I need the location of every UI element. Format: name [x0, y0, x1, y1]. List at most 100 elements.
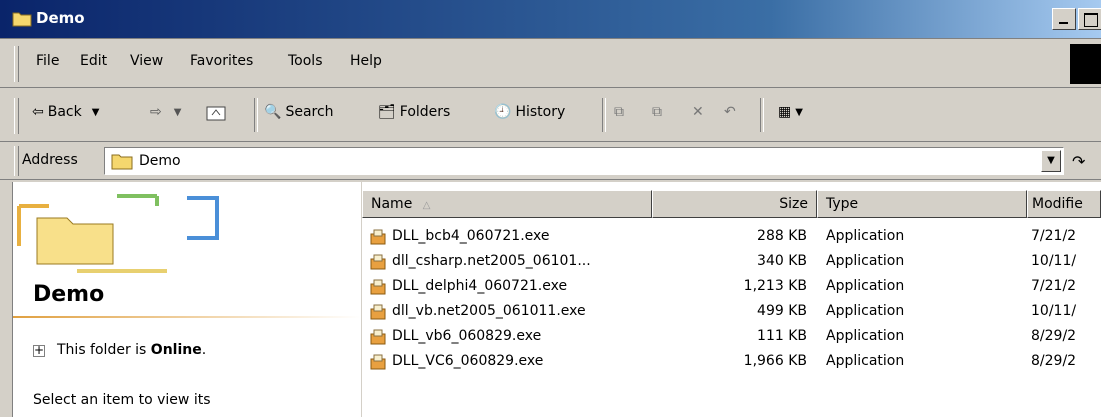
file-type: Application	[826, 328, 905, 344]
web-view-panel: Demo + This folder is Online. Select an …	[12, 182, 361, 417]
column-header-modified[interactable]: Modifie	[1027, 190, 1101, 218]
menu-tools[interactable]: Tools	[288, 53, 323, 69]
back-arrow-icon: ⇦	[32, 104, 44, 120]
folder-icon	[111, 154, 133, 170]
divider	[13, 316, 361, 318]
separator	[254, 98, 258, 132]
windows-logo	[1070, 44, 1101, 84]
search-label: Search	[285, 104, 334, 120]
installer-icon	[370, 254, 386, 270]
file-type: Application	[826, 303, 905, 319]
views-icon: ▦	[778, 104, 792, 120]
file-modified: 8/29/2	[1031, 328, 1077, 344]
address-bar: Address Demo ▼ ↷	[0, 142, 1101, 180]
file-name: DLL_VC6_060829.exe	[392, 353, 544, 369]
installer-icon	[370, 329, 386, 345]
file-size: 1,213 KB	[743, 278, 807, 294]
chevron-down-icon[interactable]: ▼	[174, 107, 182, 118]
file-list: Name △ Size Type Modifie DLL_bcb4_060721…	[362, 182, 1101, 417]
folders-icon: 🗂	[378, 104, 396, 120]
file-modified: 10/11/	[1031, 303, 1077, 319]
file-type: Application	[826, 253, 905, 269]
window-title: Demo	[36, 9, 85, 27]
file-type: Application	[826, 278, 905, 294]
online-status: Online	[150, 342, 202, 358]
history-button[interactable]: 🕘 History	[494, 104, 565, 120]
file-name: DLL_bcb4_060721.exe	[392, 228, 550, 244]
column-header-name[interactable]: Name △	[362, 190, 652, 218]
move-to-button[interactable]: ⧉	[614, 104, 624, 120]
menu-view[interactable]: View	[130, 53, 163, 69]
menu-favorites[interactable]: Favorites	[190, 53, 253, 69]
delete-icon: ✕	[692, 104, 704, 120]
expand-icon[interactable]: +	[33, 344, 45, 357]
delete-button[interactable]: ✕	[692, 104, 704, 120]
title-bar[interactable]: Demo	[0, 0, 1101, 39]
table-row[interactable]: dll_csharp.net2005_06101... 340 KB Applica…	[362, 251, 1101, 275]
minimize-icon	[1059, 22, 1068, 24]
menu-bar: File Edit View Favorites Tools Help	[0, 40, 1101, 88]
search-icon: 🔍	[264, 104, 282, 120]
minimize-button[interactable]	[1052, 8, 1076, 30]
file-modified: 10/11/	[1031, 253, 1077, 269]
address-grip[interactable]	[14, 146, 19, 176]
sort-ascending-icon: △	[422, 200, 431, 211]
separator	[760, 98, 764, 132]
copy-to-icon: ⧉	[652, 104, 662, 120]
folders-button[interactable]: 🗂 Folders	[378, 104, 450, 120]
file-name: DLL_vb6_060829.exe	[392, 328, 542, 344]
online-status-text: This folder is Online.	[57, 342, 206, 358]
installer-icon	[370, 304, 386, 320]
folder-title: Demo	[33, 282, 105, 307]
menu-help[interactable]: Help	[350, 53, 382, 69]
table-row[interactable]: DLL_VC6_060829.exe 1,966 KB Application 8/2…	[362, 351, 1101, 375]
column-modified-label: Modifie	[1032, 196, 1083, 212]
move-to-icon: ⧉	[614, 104, 624, 120]
menu-edit[interactable]: Edit	[80, 53, 107, 69]
online-suffix: .	[201, 342, 207, 358]
address-input[interactable]: Demo ▼	[104, 147, 1064, 175]
column-header-type[interactable]: Type	[817, 190, 1027, 218]
history-icon: 🕘	[494, 104, 512, 120]
toolbar: ⇦ Back ▼ ⇨ ▼ 🔍 Search 🗂 Folders 🕘 Histor…	[0, 90, 1101, 142]
file-modified: 7/21/2	[1031, 278, 1077, 294]
folders-label: Folders	[399, 104, 451, 120]
file-size: 111 KB	[757, 328, 807, 344]
folder-banner-icon	[17, 194, 219, 273]
search-button[interactable]: 🔍 Search	[264, 104, 334, 120]
views-button[interactable]: ▦ ▼	[778, 104, 803, 120]
select-hint: Select an item to view its	[33, 392, 211, 408]
up-folder-icon	[206, 106, 226, 121]
file-modified: 7/21/2	[1031, 228, 1077, 244]
back-label: Back	[47, 104, 82, 120]
undo-button[interactable]: ↶	[724, 104, 736, 120]
go-icon[interactable]: ↷	[1072, 152, 1085, 171]
column-type-label: Type	[826, 196, 859, 212]
file-modified: 8/29/2	[1031, 353, 1077, 369]
file-type: Application	[826, 353, 905, 369]
copy-to-button[interactable]: ⧉	[652, 104, 662, 120]
table-row[interactable]: DLL_vb6_060829.exe 111 KB Application 8/29/…	[362, 326, 1101, 350]
back-button[interactable]: ⇦ Back ▼	[32, 104, 99, 120]
table-row[interactable]: DLL_bcb4_060721.exe 288 KB Application 7/21…	[362, 226, 1101, 250]
file-size: 340 KB	[757, 253, 807, 269]
menu-file[interactable]: File	[36, 53, 59, 69]
installer-icon	[370, 354, 386, 370]
chevron-down-icon[interactable]: ▼	[92, 107, 100, 118]
file-name: DLL_delphi4_060721.exe	[392, 278, 568, 294]
file-size: 1,966 KB	[743, 353, 807, 369]
address-dropdown-button[interactable]: ▼	[1041, 150, 1061, 172]
maximize-button[interactable]	[1078, 8, 1101, 30]
forward-button[interactable]: ⇨ ▼	[150, 104, 181, 120]
table-row[interactable]: DLL_delphi4_060721.exe 1,213 KB Applicatio…	[362, 276, 1101, 300]
chevron-down-icon[interactable]: ▼	[795, 107, 803, 118]
address-label: Address	[22, 152, 78, 168]
menu-grip[interactable]	[14, 46, 19, 82]
column-header-size[interactable]: Size	[652, 190, 817, 218]
address-value: Demo	[139, 153, 181, 169]
file-name: dll_vb.net2005_061011.exe	[392, 303, 586, 319]
toolbar-grip[interactable]	[14, 98, 19, 134]
up-folder-button[interactable]	[206, 104, 226, 122]
table-row[interactable]: dll_vb.net2005_061011.exe 499 KB Applicati…	[362, 301, 1101, 325]
history-label: History	[515, 104, 566, 120]
